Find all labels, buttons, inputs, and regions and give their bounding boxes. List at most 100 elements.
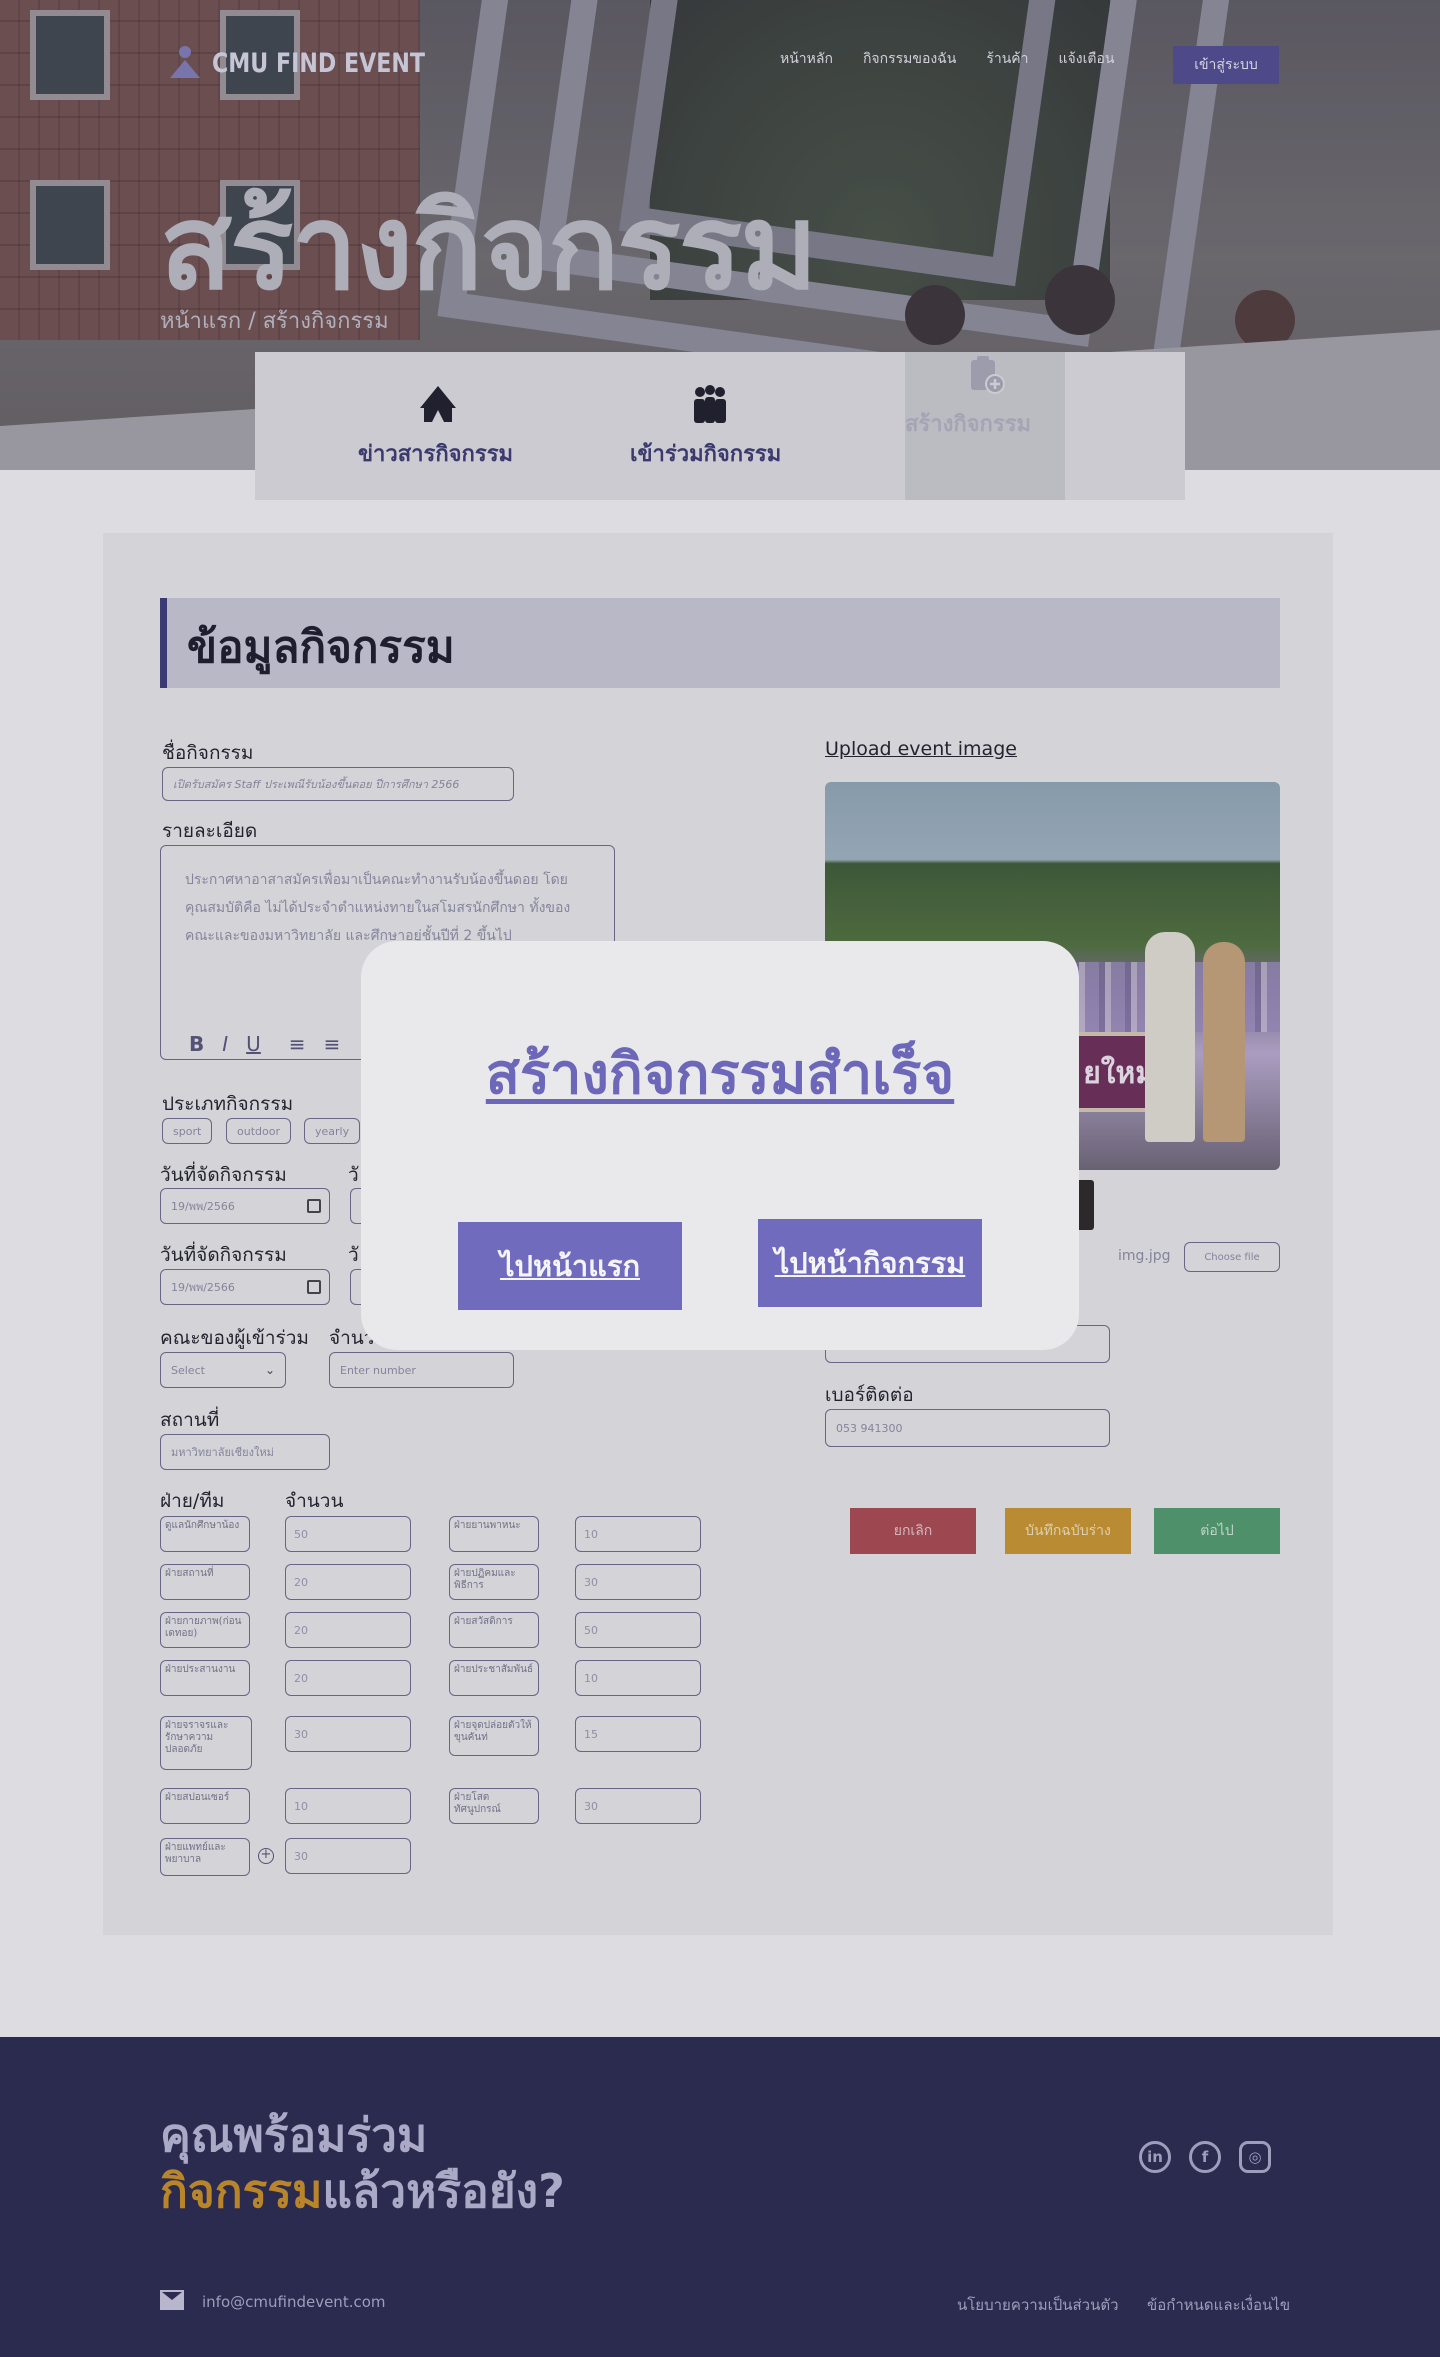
- team-count[interactable]: 20: [285, 1612, 411, 1648]
- site-footer: คุณพร้อมร่วม กิจกรรมแล้วหรือยัง? in f ◎ …: [0, 2037, 1440, 2357]
- date-value-2: 19/พพ/2566: [171, 1281, 235, 1294]
- nav-my-events[interactable]: กิจกรรมของฉัน: [863, 48, 956, 70]
- mail-icon: [160, 2290, 184, 2310]
- site-logo[interactable]: CMU FIND EVENT: [170, 46, 472, 80]
- tab-create-event-label: สร้างกิจกรรม: [905, 412, 1032, 437]
- team-name[interactable]: ฝ่ายปฏิคมและพิธีการ: [449, 1564, 539, 1600]
- upload-image-link[interactable]: Upload event image: [825, 738, 1017, 760]
- logo-mark-icon: [170, 46, 200, 80]
- team-name[interactable]: ฝ่ายสถานที่: [160, 1564, 250, 1600]
- date-input-2[interactable]: 19/พพ/2566: [160, 1269, 330, 1305]
- team-name[interactable]: ฝ่ายกายภาพ(ก่อนเดทอย): [160, 1612, 250, 1648]
- chevron-down-icon: ⌄: [264, 1363, 275, 1377]
- logo-text: CMU FIND EVENT: [212, 47, 425, 79]
- modal-title: สร้างกิจกรรมสำเร็จ: [485, 1042, 955, 1107]
- type-chip[interactable]: yearly: [304, 1118, 361, 1144]
- calendar-icon[interactable]: [307, 1280, 321, 1294]
- team-name[interactable]: ฝ่ายแพทย์และพยาบาล: [160, 1838, 250, 1876]
- file-name: img.jpg: [1118, 1248, 1171, 1264]
- facebook-icon[interactable]: f: [1189, 2141, 1221, 2173]
- tent-icon: [416, 382, 460, 426]
- type-chip[interactable]: outdoor: [226, 1118, 291, 1144]
- team-name[interactable]: ฝ่ายยานพาหนะ: [449, 1516, 539, 1552]
- end-date-label: วั: [348, 1164, 359, 1186]
- clipboard-add-icon: [963, 352, 1007, 396]
- event-name-label: ชื่อกิจกรรม: [162, 742, 254, 764]
- faculty-label: คณะของผู้เข้าร่วม: [160, 1327, 309, 1349]
- detail-label: รายละเอียด: [162, 820, 258, 842]
- team-name[interactable]: ฝ่ายโสตทัศนูปกรณ์: [449, 1788, 539, 1824]
- nav-notifications[interactable]: แจ้งเตือน: [1059, 48, 1115, 70]
- team-name[interactable]: ฝ่ายประสานงาน: [160, 1660, 250, 1696]
- footer-headline-2: กิจกรรมแล้วหรือยัง?: [160, 2155, 565, 2228]
- team-count[interactable]: 50: [575, 1612, 701, 1648]
- team-name[interactable]: ฝ่ายสวัสดิการ: [449, 1612, 539, 1648]
- footer-email[interactable]: info@cmufindevent.com: [202, 2293, 386, 2311]
- go-events-button[interactable]: ไปหน้ากิจกรรม: [758, 1219, 982, 1307]
- team-count-label: จำนวน: [285, 1490, 344, 1512]
- count-input[interactable]: Enter number: [329, 1352, 514, 1388]
- align-left-button[interactable]: ≡: [289, 1032, 306, 1056]
- top-nav: หน้าหลัก กิจกรรมของฉัน ร้านค้า แจ้งเตือน: [780, 48, 1114, 70]
- type-chip[interactable]: sport: [162, 1118, 213, 1144]
- tab-event-news[interactable]: ข่าวสารกิจกรรม: [358, 382, 518, 467]
- faculty-select[interactable]: Select ⌄: [160, 1352, 286, 1388]
- team-count[interactable]: 30: [285, 1838, 411, 1874]
- type-label: ประเภทกิจกรรม: [162, 1093, 294, 1115]
- terms-link[interactable]: ข้อกำหนดและเงื่อนไข: [1147, 2293, 1290, 2317]
- nav-shop[interactable]: ร้านค้า: [986, 48, 1028, 70]
- section-header: ข้อมูลกิจกรรม: [160, 598, 1280, 688]
- team-count[interactable]: 10: [575, 1660, 701, 1696]
- people-icon: [688, 382, 732, 426]
- team-count[interactable]: 50: [285, 1516, 411, 1552]
- choose-file-button[interactable]: Choose file: [1184, 1242, 1280, 1272]
- team-count[interactable]: 30: [575, 1564, 701, 1600]
- start-date-input[interactable]: 19/พพ/2566: [160, 1188, 330, 1224]
- team-name[interactable]: ฝ่ายจราจรและรักษาความปลอดภัย: [160, 1716, 252, 1770]
- editor-toolbar: B I U ≡ ≡: [189, 1032, 340, 1056]
- place-input[interactable]: มหาวิทยาลัยเชียงใหม่: [160, 1434, 330, 1470]
- detail-text: ประกาศหาอาสาสมัครเพื่อมาเป็นคณะทำงานรับน…: [185, 872, 571, 944]
- team-label: ฝ่าย/ทีม: [160, 1490, 225, 1512]
- cancel-button[interactable]: ยกเลิก: [850, 1508, 976, 1554]
- calendar-icon[interactable]: [307, 1199, 321, 1213]
- login-button[interactable]: เข้าสู่ระบบ: [1173, 46, 1279, 84]
- place-label: สถานที่: [160, 1409, 220, 1431]
- save-draft-button[interactable]: บันทึกฉบับร่าง: [1005, 1508, 1131, 1554]
- team-count[interactable]: 30: [285, 1716, 411, 1752]
- phone-input[interactable]: 053 941300: [825, 1409, 1110, 1447]
- team-name[interactable]: ฝ่ายสปอนเซอร์: [160, 1788, 250, 1824]
- go-home-button[interactable]: ไปหน้าแรก: [458, 1222, 682, 1310]
- italic-button[interactable]: I: [222, 1032, 228, 1056]
- start-date-value: 19/พพ/2566: [171, 1200, 235, 1213]
- align-center-button[interactable]: ≡: [324, 1032, 341, 1056]
- bold-button[interactable]: B: [189, 1032, 204, 1056]
- instagram-icon[interactable]: ◎: [1239, 2141, 1271, 2173]
- team-count[interactable]: 10: [285, 1788, 411, 1824]
- start-date-label: วันที่จัดกิจกรรม: [160, 1164, 287, 1186]
- team-count[interactable]: 10: [575, 1516, 701, 1552]
- next-button[interactable]: ต่อไป: [1154, 1508, 1280, 1554]
- team-count[interactable]: 20: [285, 1660, 411, 1696]
- team-count[interactable]: 20: [285, 1564, 411, 1600]
- team-count[interactable]: 30: [575, 1788, 701, 1824]
- section-title: ข้อมูลกิจกรรม: [187, 622, 455, 673]
- tab-join-event[interactable]: เข้าร่วมกิจกรรม: [630, 382, 790, 467]
- tab-join-event-label: เข้าร่วมกิจกรรม: [630, 442, 782, 467]
- date-label-2b: วั: [348, 1244, 359, 1266]
- tab-create-event[interactable]: สร้างกิจกรรม: [905, 352, 1065, 500]
- event-name-input[interactable]: เปิดรับสมัคร Staff ประเพณีรับน้องขึ้นดอย…: [162, 767, 514, 801]
- nav-home[interactable]: หน้าหลัก: [780, 48, 833, 70]
- underline-button[interactable]: U: [246, 1032, 261, 1056]
- add-team-icon[interactable]: +: [258, 1848, 274, 1864]
- team-name[interactable]: ฝ่ายจุดปล่อยตัวให้ขุนคันท่: [449, 1716, 539, 1756]
- team-name[interactable]: ฝ่ายประชาสัมพันธ์: [449, 1660, 539, 1696]
- privacy-link[interactable]: นโยบายความเป็นส่วนตัว: [957, 2293, 1119, 2317]
- breadcrumb[interactable]: หน้าแรก / สร้างกิจกรรม: [160, 303, 389, 338]
- event-tabs: ข่าวสารกิจกรรม เข้าร่วมกิจกรรม สร้างกิจก…: [255, 352, 1185, 500]
- team-count[interactable]: 15: [575, 1716, 701, 1752]
- tab-event-news-label: ข่าวสารกิจกรรม: [358, 442, 514, 467]
- linkedin-icon[interactable]: in: [1139, 2141, 1171, 2173]
- faculty-select-value: Select: [171, 1363, 205, 1377]
- team-name[interactable]: ดูแลนักศึกษาน้อง: [160, 1516, 250, 1552]
